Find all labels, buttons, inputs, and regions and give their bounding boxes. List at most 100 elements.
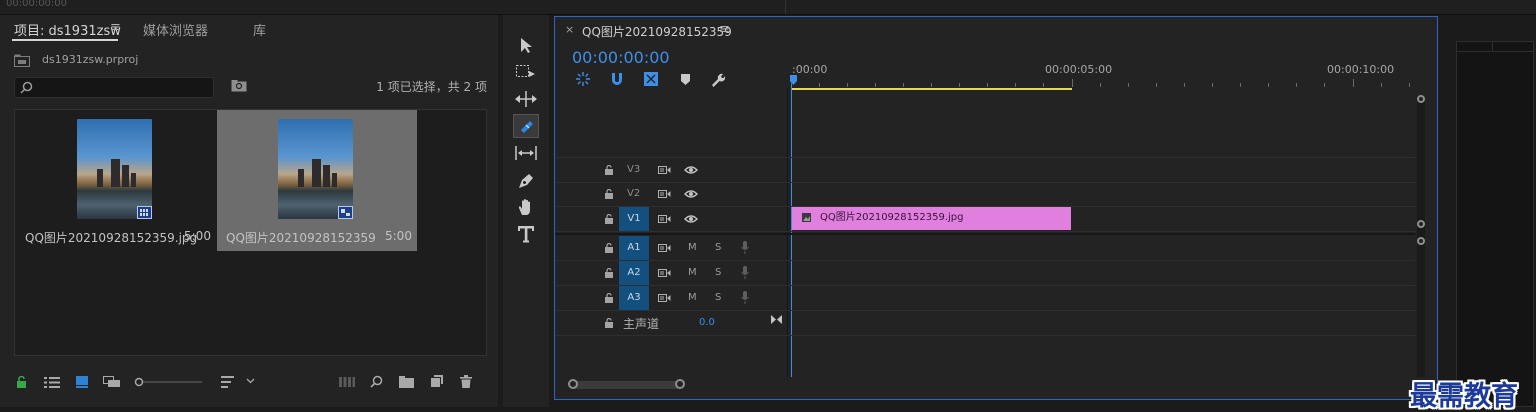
scroll-handle[interactable]	[1417, 95, 1425, 103]
chevron-down-icon[interactable]	[246, 378, 255, 384]
track-row-a1: A1 M S	[555, 236, 1415, 261]
panel-menu-icon[interactable]: ≡	[719, 22, 730, 37]
selection-tool-icon[interactable]	[520, 37, 533, 54]
time-ruler[interactable]	[791, 75, 1415, 87]
top-divider	[785, 0, 786, 14]
zoom-handle-left[interactable]	[568, 379, 578, 389]
meter-header	[1456, 41, 1534, 52]
tab-media-browser[interactable]: 媒体浏览器	[143, 20, 208, 39]
track-target-a1[interactable]: A1	[619, 236, 649, 260]
ripple-edit-tool-icon[interactable]	[515, 91, 537, 107]
item-name: QQ图片20210928152359.jpg	[25, 231, 198, 245]
microphone-icon[interactable]	[741, 291, 749, 305]
audio-meter	[1456, 41, 1534, 407]
track-target-a3[interactable]: A3	[619, 286, 649, 310]
new-search-bin-icon[interactable]	[231, 80, 247, 92]
new-bin-icon[interactable]	[399, 376, 414, 388]
razor-tool-button[interactable]	[513, 114, 539, 138]
new-item-icon[interactable]	[431, 375, 443, 387]
pen-tool-icon[interactable]	[517, 172, 535, 190]
sequence-tab[interactable]: QQ图片20210928152359	[582, 23, 732, 40]
timeline-clip[interactable]: QQ图片20210928152359.jpg	[792, 207, 1071, 230]
trash-icon[interactable]	[460, 375, 472, 388]
zoom-handle-right[interactable]	[675, 379, 685, 389]
track-select-tool-icon[interactable]	[516, 65, 536, 80]
add-marker-icon[interactable]	[681, 74, 690, 85]
track-label: V2	[627, 188, 641, 199]
go-to-end-icon[interactable]	[771, 315, 782, 324]
eye-icon[interactable]	[684, 214, 698, 224]
project-item-selected[interactable]: QQ图片20210928152359 5:00	[217, 110, 417, 251]
lock-icon[interactable]	[605, 293, 614, 303]
zoom-scrollbar[interactable]	[569, 381, 681, 389]
tab-libraries[interactable]: 库	[253, 20, 266, 39]
mute-button[interactable]: M	[688, 242, 697, 253]
lock-open-icon[interactable]	[16, 376, 27, 388]
master-volume[interactable]: 0.0	[699, 317, 715, 328]
sync-lock-icon[interactable]	[658, 293, 671, 303]
solo-button[interactable]: S	[715, 292, 721, 303]
zoom-slider[interactable]	[134, 377, 204, 387]
lock-icon[interactable]	[605, 165, 614, 175]
eye-icon[interactable]	[684, 189, 698, 199]
tools-panel	[503, 15, 549, 407]
sync-lock-icon[interactable]	[658, 189, 671, 199]
freeform-view-icon[interactable]	[103, 376, 121, 388]
sync-lock-icon[interactable]	[658, 243, 671, 253]
project-item[interactable]: QQ图片20210928152359.jpg 5:00	[15, 110, 215, 251]
track-row-master: 主声道 0.0	[555, 311, 1415, 336]
source-timecode: 00:00:00:00	[6, 0, 68, 9]
solo-button[interactable]: S	[715, 267, 721, 278]
microphone-icon[interactable]	[741, 266, 749, 280]
selection-status: 1 项已选择，共 2 项	[376, 80, 487, 94]
icon-view-icon[interactable]	[76, 376, 88, 388]
automate-to-sequence-icon[interactable]	[339, 377, 355, 387]
track-target-v1[interactable]: V1	[619, 207, 649, 231]
hand-tool-icon[interactable]	[517, 198, 535, 216]
track-target-a2[interactable]: A2	[619, 261, 649, 285]
item-duration: 5:00	[385, 229, 412, 243]
lock-icon[interactable]	[605, 268, 614, 278]
sync-lock-icon[interactable]	[658, 268, 671, 278]
still-image-icon	[137, 206, 152, 219]
top-strip: 00:00:00:00	[0, 0, 1536, 15]
track-row-v2: V2	[555, 182, 1415, 207]
mute-button[interactable]: M	[688, 292, 697, 303]
lock-icon[interactable]	[605, 243, 614, 253]
snap-icon[interactable]	[610, 72, 624, 86]
lock-icon[interactable]	[605, 214, 614, 224]
eye-icon[interactable]	[684, 165, 698, 175]
item-name: QQ图片20210928152359	[226, 231, 376, 245]
item-thumbnail	[278, 119, 353, 219]
wrench-icon[interactable]	[711, 73, 725, 87]
find-icon[interactable]	[370, 375, 383, 388]
sync-lock-icon[interactable]	[658, 214, 671, 224]
mute-button[interactable]: M	[688, 267, 697, 278]
work-area-bar[interactable]	[792, 88, 1072, 90]
panel-menu-icon[interactable]: ≡	[110, 20, 121, 35]
playhead-timecode[interactable]: 00:00:00:00	[572, 48, 670, 67]
project-file-name: ds1931zsw.prproj	[42, 53, 139, 66]
sync-lock-icon[interactable]	[658, 165, 671, 175]
scroll-handle[interactable]	[1417, 237, 1425, 245]
lock-icon[interactable]	[605, 318, 614, 328]
solo-button[interactable]: S	[715, 242, 721, 253]
sort-icon[interactable]	[221, 376, 235, 388]
active-tab-underline	[12, 39, 118, 41]
search-input[interactable]	[14, 77, 214, 98]
lock-icon[interactable]	[605, 189, 614, 199]
slip-tool-icon[interactable]	[515, 145, 537, 161]
playhead-marker[interactable]	[790, 75, 797, 85]
scroll-handle[interactable]	[1417, 220, 1425, 228]
track-label: V3	[627, 164, 641, 175]
tab-project[interactable]: 项目: ds1931zsw	[14, 20, 121, 39]
list-view-icon[interactable]	[44, 377, 60, 388]
linked-selection-icon[interactable]	[644, 72, 658, 86]
close-icon[interactable]: ×	[565, 23, 574, 36]
razor-tool-icon	[521, 121, 533, 133]
type-tool-icon[interactable]	[518, 226, 534, 243]
clip-name: QQ图片20210928152359.jpg	[820, 212, 964, 223]
nest-sequence-icon[interactable]	[576, 72, 590, 86]
timeline-panel: × QQ图片20210928152359 ≡ 00:00:00:00 :00:0…	[554, 16, 1438, 400]
microphone-icon[interactable]	[741, 241, 749, 255]
